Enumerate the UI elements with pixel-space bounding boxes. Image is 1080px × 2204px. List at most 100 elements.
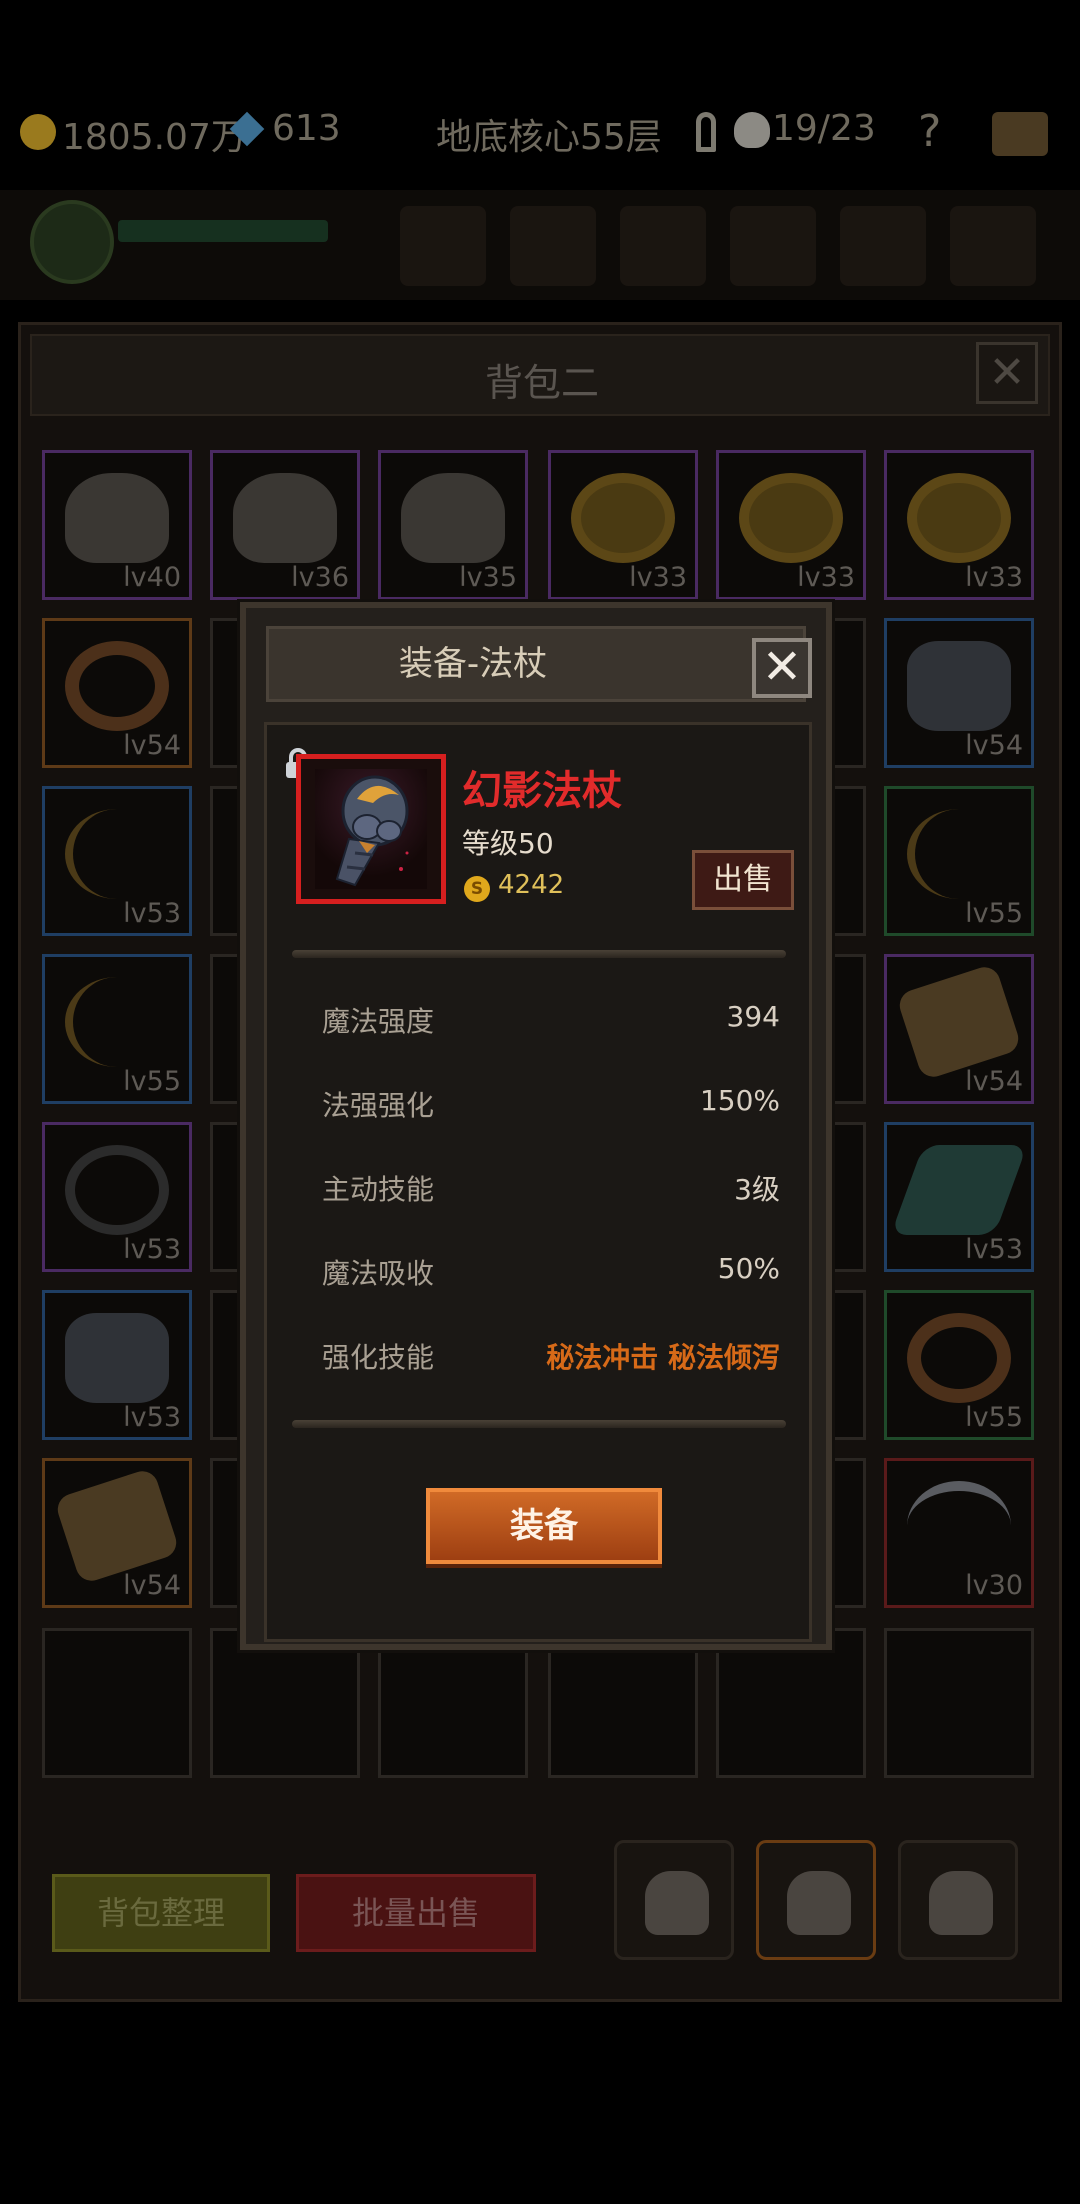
hero-equip-slot[interactable] xyxy=(510,206,596,286)
inventory-slot[interactable]: lv54 xyxy=(42,618,192,768)
skull-icon xyxy=(734,112,770,148)
gold-amount: 1805.07万 xyxy=(62,117,247,158)
floor-label: 地底核心55层 xyxy=(436,117,662,158)
skull-count: 19/23 xyxy=(772,108,876,149)
stat-label: 强化技能 xyxy=(322,1341,435,1374)
ring-icon xyxy=(739,473,843,563)
empty-slot[interactable] xyxy=(884,1628,1034,1778)
ring-icon xyxy=(571,473,675,563)
bow-icon xyxy=(65,809,169,899)
inventory-slot[interactable]: lv53 xyxy=(42,1290,192,1440)
empty-slot[interactable] xyxy=(716,1628,866,1778)
empty-slot[interactable] xyxy=(210,1628,360,1778)
bag-tab-2[interactable] xyxy=(756,1840,876,1960)
slot-level: lv40 xyxy=(123,562,181,593)
gold-coin-icon xyxy=(20,114,56,150)
slot-level: lv33 xyxy=(965,562,1023,593)
item-name: 幻影法杖 xyxy=(462,768,622,814)
bracer-icon xyxy=(53,1467,181,1585)
empty-slot[interactable] xyxy=(42,1628,192,1778)
dagger-icon xyxy=(890,1145,1028,1235)
inventory-slot[interactable]: lv33 xyxy=(548,450,698,600)
slot-level: lv54 xyxy=(965,1066,1023,1097)
bag-close-button[interactable]: ✕ xyxy=(976,342,1038,404)
skull-icon xyxy=(65,473,169,563)
slot-level: lv53 xyxy=(123,1402,181,1433)
armor-icon xyxy=(65,1313,169,1403)
inventory-slot[interactable]: lv54 xyxy=(884,618,1034,768)
stat-label: 法强强化 xyxy=(322,1089,435,1122)
dialog-title: 装备-法杖 xyxy=(398,644,548,684)
slot-level: lv36 xyxy=(291,562,349,593)
slot-level: lv55 xyxy=(965,1402,1023,1433)
stat-label: 魔法吸收 xyxy=(322,1257,435,1290)
horn-icon xyxy=(65,641,169,731)
inventory-slot[interactable]: lv55 xyxy=(884,786,1034,936)
inventory-slot[interactable]: lv36 xyxy=(210,450,360,600)
inventory-slot[interactable]: lv53 xyxy=(884,1122,1034,1272)
slot-level: lv53 xyxy=(123,1234,181,1265)
inventory-slot[interactable]: lv55 xyxy=(884,1290,1034,1440)
item-icon-frame xyxy=(296,754,446,904)
bulk-sell-button[interactable]: 批量出售 xyxy=(296,1874,536,1952)
sort-bag-button[interactable]: 背包整理 xyxy=(52,1874,270,1952)
bag-tab-1[interactable] xyxy=(614,1840,734,1960)
inventory-slot[interactable]: lv54 xyxy=(884,954,1034,1104)
key-icon xyxy=(696,112,716,152)
hero-equip-slot[interactable] xyxy=(730,206,816,286)
inventory-slot[interactable]: lv53 xyxy=(42,1122,192,1272)
slot-level: lv55 xyxy=(965,898,1023,929)
bag-icon xyxy=(787,1871,851,1935)
hero-hp-bar xyxy=(118,220,328,242)
hero-equip-slot[interactable] xyxy=(400,206,486,286)
help-button[interactable]: ? xyxy=(918,106,941,157)
sell-button[interactable]: 出售 xyxy=(692,850,794,910)
slot-level: lv53 xyxy=(123,898,181,929)
empty-slot[interactable] xyxy=(378,1628,528,1778)
equip-button[interactable]: 装备 xyxy=(426,1488,662,1564)
bag-tab-3[interactable] xyxy=(898,1840,1018,1960)
stat-value: 3级 xyxy=(734,1173,780,1206)
chest-icon[interactable] xyxy=(992,112,1048,156)
item-price: 4242 xyxy=(498,870,565,900)
inventory-slot[interactable]: lv55 xyxy=(42,954,192,1104)
item-level: 等级50 xyxy=(462,827,554,860)
bracer-icon xyxy=(895,963,1023,1081)
bag-title: 背包二 xyxy=(484,361,599,405)
slot-level: lv30 xyxy=(965,1570,1023,1601)
slot-level: lv33 xyxy=(797,562,855,593)
ring-icon xyxy=(907,473,1011,563)
inventory-slot[interactable]: lv53 xyxy=(42,786,192,936)
gem-amount: 613 xyxy=(272,108,341,149)
stat-value: 50% xyxy=(717,1252,780,1285)
skull-icon xyxy=(401,473,505,563)
stat-value: 394 xyxy=(726,1000,780,1033)
hero-equip-slot[interactable] xyxy=(950,206,1036,286)
empty-slot[interactable] xyxy=(548,1628,698,1778)
armor-icon xyxy=(907,641,1011,731)
inventory-slot[interactable]: lv33 xyxy=(884,450,1034,600)
bag-icon xyxy=(929,1871,993,1935)
scythe-icon xyxy=(907,1481,1011,1571)
skull-icon xyxy=(233,473,337,563)
inventory-slot[interactable]: lv40 xyxy=(42,450,192,600)
horn-icon xyxy=(907,1313,1011,1403)
coin-icon: S xyxy=(464,876,490,902)
bow-icon xyxy=(65,977,169,1067)
hero-equip-slot[interactable] xyxy=(620,206,706,286)
inventory-slot[interactable]: lv35 xyxy=(378,450,528,600)
bow-icon xyxy=(907,809,1011,899)
hero-avatar[interactable] xyxy=(30,200,114,284)
top-status-bar: 1805.07万 613 地底核心55层 19/23 ? xyxy=(0,100,1080,170)
inventory-slot[interactable]: lv30 xyxy=(884,1458,1034,1608)
hero-equip-slot[interactable] xyxy=(840,206,926,286)
enhanced-skills-value: 秘法冲击 秘法倾泻 xyxy=(546,1341,780,1374)
hero-equipment-strip xyxy=(0,190,1080,300)
slot-level: lv54 xyxy=(123,1570,181,1601)
dialog-close-button[interactable]: ✕ xyxy=(752,638,812,698)
inventory-slot[interactable]: lv54 xyxy=(42,1458,192,1608)
slot-level: lv54 xyxy=(123,730,181,761)
inventory-slot[interactable]: lv33 xyxy=(716,450,866,600)
bag-header: 背包二 xyxy=(30,334,1050,416)
slot-level: lv54 xyxy=(965,730,1023,761)
